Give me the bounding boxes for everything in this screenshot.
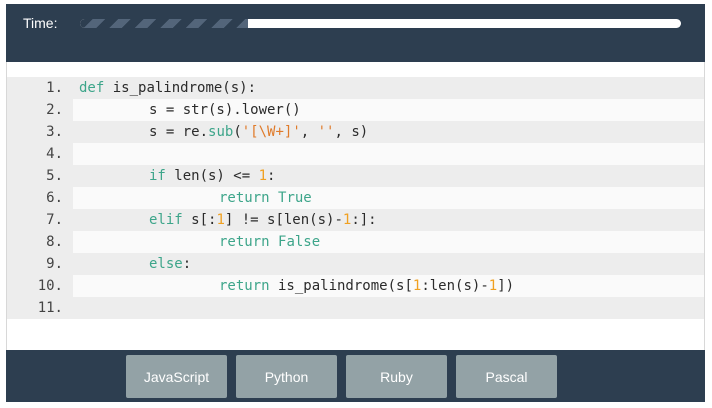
code-token: ]): [497, 278, 515, 294]
code-text: return False: [73, 231, 704, 253]
language-button-ruby[interactable]: Ruby: [346, 355, 447, 398]
code-token: elif: [149, 212, 183, 228]
code-text: return is_palindrome(s[1:len(s)-1]): [73, 275, 704, 297]
code-token: else: [149, 256, 183, 272]
code-line: 8. return False: [7, 231, 704, 253]
code-token: '': [317, 124, 335, 140]
code-listing: 1. def is_palindrome(s): 2. s = str(s).lowe…: [7, 77, 704, 319]
language-button-pascal[interactable]: Pascal: [456, 355, 557, 398]
timer-header: Time:: [6, 4, 705, 62]
code-token: is_palindrome(s):: [104, 80, 257, 96]
code-text: if len(s) <= 1:: [73, 165, 704, 187]
code-text: s = str(s).lower(): [73, 99, 704, 121]
code-line: 11.: [7, 297, 704, 319]
code-token: ,: [300, 124, 318, 140]
line-number: 8.: [7, 231, 73, 253]
code-line: 6. return True: [7, 187, 704, 209]
code-token: 1: [488, 278, 498, 294]
code-token: :: [182, 256, 192, 272]
line-number: 11.: [7, 297, 73, 319]
code-token: len(s) <=: [165, 168, 259, 184]
timer-elapsed-fill: [80, 19, 249, 28]
code-line: 2. s = str(s).lower(): [7, 99, 704, 121]
code-panel: 1. def is_palindrome(s): 2. s = str(s).lowe…: [6, 62, 705, 350]
code-token: s[:: [182, 212, 217, 228]
line-number: 2.: [7, 99, 73, 121]
code-token: 1: [216, 212, 225, 228]
language-button-python[interactable]: Python: [236, 355, 337, 398]
quiz-frame: Time: 1. def is_palindrome(s): 2. s = str(s…: [6, 4, 706, 404]
code-token: ] != s[len(s)-: [224, 212, 343, 228]
code-token: True: [278, 190, 312, 206]
code-token: if: [149, 168, 166, 184]
code-token: is_palindrome(s[: [269, 278, 413, 294]
line-number: 10.: [7, 275, 73, 297]
code-line: 4.: [7, 143, 704, 165]
code-text: def is_palindrome(s):: [73, 77, 704, 99]
code-token: False: [278, 234, 321, 250]
code-text: [73, 297, 704, 319]
timer-label: Time:: [23, 15, 58, 31]
code-token: :len(s)-: [421, 278, 489, 294]
code-line: 1. def is_palindrome(s):: [7, 77, 704, 99]
code-token: return: [219, 190, 270, 206]
line-number: 4.: [7, 143, 73, 165]
code-line: 7. elif s[:1] != s[len(s)-1:]:: [7, 209, 704, 231]
code-token: return: [219, 278, 270, 294]
code-line: 9. else:: [7, 253, 704, 275]
line-number: 9.: [7, 253, 73, 275]
code-line: 10. return is_palindrome(s[1:len(s)-1]): [7, 275, 704, 297]
line-number: 6.: [7, 187, 73, 209]
code-token: (: [233, 124, 242, 140]
code-text: [73, 143, 704, 165]
code-token: :: [267, 168, 276, 184]
code-text: return True: [73, 187, 704, 209]
code-token: , s): [334, 124, 369, 140]
code-token: sub: [208, 124, 234, 140]
code-token: '[\W+]': [241, 124, 301, 140]
code-token: 1: [258, 168, 268, 184]
code-line: 5. if len(s) <= 1:: [7, 165, 704, 187]
code-line: 3. s = re.sub('[\W+]', '', s): [7, 121, 704, 143]
code-token: s = str(s).lower(): [149, 102, 301, 118]
line-number: 5.: [7, 165, 73, 187]
line-number: 3.: [7, 121, 73, 143]
timer-progress-bar: [80, 19, 681, 28]
language-bar: JavaScript Python Ruby Pascal: [6, 350, 705, 402]
code-token: s = re.: [149, 124, 209, 140]
code-token: def: [79, 80, 105, 96]
code-text: elif s[:1] != s[len(s)-1:]:: [73, 209, 704, 231]
code-token: return: [219, 234, 270, 250]
code-text: else:: [73, 253, 704, 275]
code-text: s = re.sub('[\W+]', '', s): [73, 121, 704, 143]
line-number: 1.: [7, 77, 73, 99]
code-token: :]:: [351, 212, 377, 228]
language-button-javascript[interactable]: JavaScript: [126, 355, 227, 398]
line-number: 7.: [7, 209, 73, 231]
